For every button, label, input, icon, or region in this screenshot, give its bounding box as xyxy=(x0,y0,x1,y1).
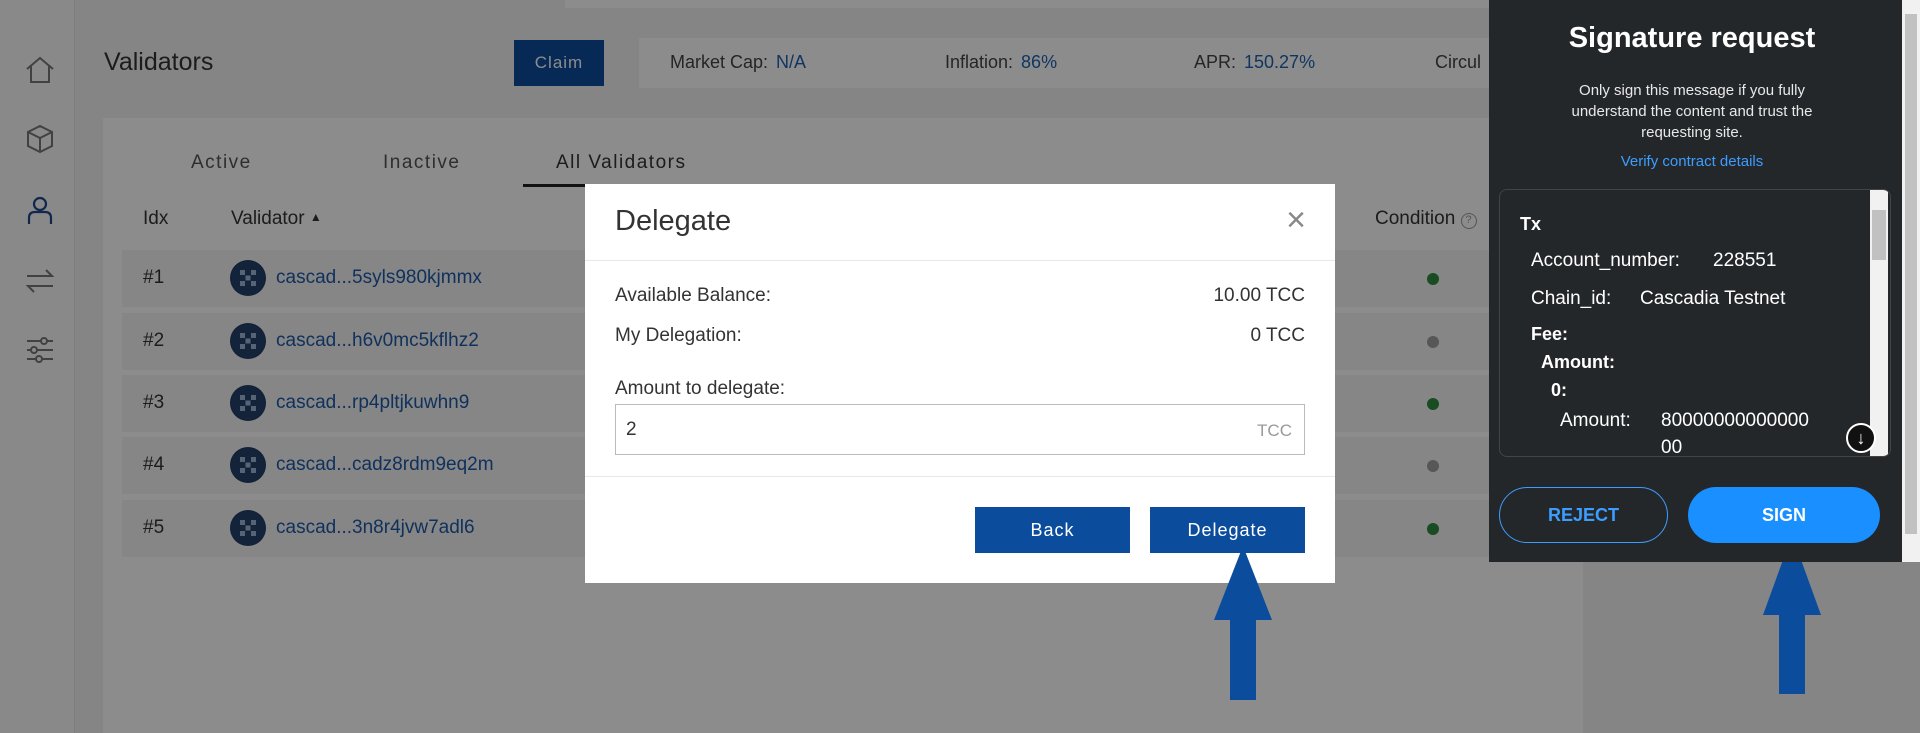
amount-unit: TCC xyxy=(1257,421,1292,440)
fee-index-label: 0: xyxy=(1551,380,1568,400)
account-number-label: Account_number: xyxy=(1531,250,1680,271)
back-button[interactable]: Back xyxy=(975,507,1130,553)
available-balance-value: 10.00 TCC xyxy=(1213,285,1305,306)
inner-amount-label: Amount: xyxy=(1560,410,1631,431)
amount-input[interactable]: 2 TCC xyxy=(615,404,1305,455)
delegate-modal: Delegate × Available Balance: 10.00 TCC … xyxy=(585,184,1335,583)
arrow-up-delegate-icon xyxy=(1214,546,1272,700)
my-delegation-value: 0 TCC xyxy=(1250,325,1305,346)
my-delegation-label: My Delegation: xyxy=(615,325,742,346)
verify-contract-link[interactable]: Verify contract details xyxy=(1489,153,1895,170)
popup-scrollbar-thumb[interactable] xyxy=(1905,14,1917,534)
signature-title: Signature request xyxy=(1568,22,1816,54)
modal-title: Delegate xyxy=(615,205,732,237)
inner-amount-value-cont: 00 xyxy=(1661,437,1683,457)
tx-scrollbar-thumb[interactable] xyxy=(1872,210,1886,260)
fee-amount-label: Amount: xyxy=(1541,352,1615,372)
chain-id-label: Chain_id: xyxy=(1531,288,1612,309)
signature-description: Only sign this message if you fully unde… xyxy=(1571,82,1813,141)
signature-request-popup: Signature request Only sign this message… xyxy=(1489,0,1920,562)
available-balance-label: Available Balance: xyxy=(615,285,771,306)
sign-button[interactable]: SIGN xyxy=(1688,487,1880,543)
tx-heading: Tx xyxy=(1520,214,1542,234)
scroll-down-icon[interactable]: ↓ xyxy=(1846,423,1876,453)
fee-label: Fee: xyxy=(1531,324,1569,344)
modal-header: Delegate × xyxy=(585,184,1335,261)
account-number-value: 228551 xyxy=(1713,250,1777,271)
modal-divider xyxy=(585,476,1335,477)
reject-button[interactable]: REJECT xyxy=(1499,487,1668,543)
amount-input-value: 2 xyxy=(626,419,637,440)
amount-label: Amount to delegate: xyxy=(615,378,786,399)
tx-details[interactable]: Tx Account_number: 228551 Chain_id: Casc… xyxy=(1499,189,1891,457)
close-icon[interactable]: × xyxy=(1281,203,1311,237)
chain-id-value: Cascadia Testnet xyxy=(1640,288,1786,309)
inner-amount-value: 80000000000000 xyxy=(1661,410,1809,431)
